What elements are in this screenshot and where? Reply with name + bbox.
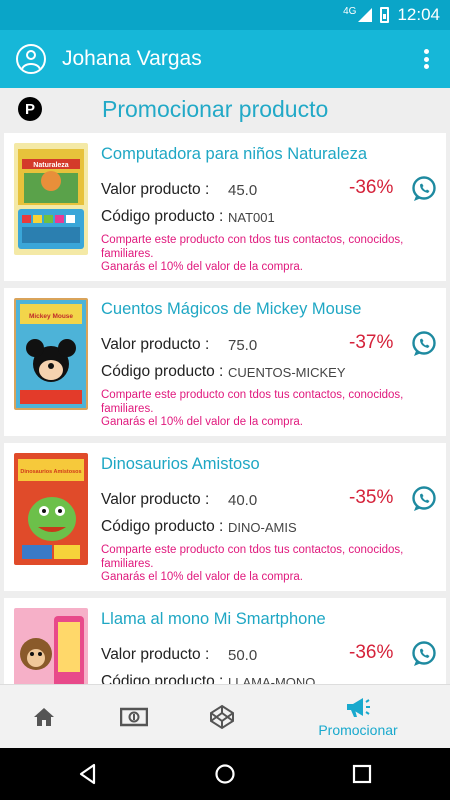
codepen-icon [210, 704, 234, 730]
network-type: 4G [343, 5, 357, 17]
price-value: 75.0 [228, 337, 258, 354]
recents-icon[interactable] [350, 762, 374, 786]
battery-icon [380, 7, 390, 23]
price-value: 40.0 [228, 492, 258, 509]
whatsapp-icon[interactable] [410, 640, 438, 668]
system-nav-bar [0, 748, 450, 800]
share-text: Comparte este producto con tdos tus cont… [101, 544, 404, 570]
product-card[interactable]: Llama al mono Mi Smartphone Valor produc… [4, 598, 446, 684]
discount-badge: -35% [349, 487, 394, 508]
code-label: Código producto : [101, 673, 224, 684]
cover-title: Mickey Mouse [29, 313, 73, 320]
share-message: Comparte este producto con tdos tus cont… [101, 234, 431, 275]
money-icon [120, 707, 148, 727]
nav-label: Promocionar [318, 722, 398, 738]
code-label: Código producto : [101, 363, 224, 380]
price-value: 50.0 [228, 647, 258, 664]
product-image: Dinosaurios Amistosos [14, 453, 88, 565]
cover-title: Naturaleza [33, 162, 69, 169]
whatsapp-icon[interactable] [410, 175, 438, 203]
code-label: Código producto : [101, 208, 224, 225]
price-value: 45.0 [228, 182, 258, 199]
status-bar: 4G 12:04 [0, 0, 450, 30]
parking-badge-icon: P [18, 97, 42, 121]
discount-badge: -36% [349, 642, 394, 663]
code-value: NAT001 [228, 210, 275, 225]
share-message: Comparte este producto con tdos tus cont… [101, 544, 431, 585]
earn-text: Ganarás el 10% del valor de la compra. [101, 261, 303, 273]
account-circle-icon[interactable] [16, 44, 46, 74]
product-image: Naturaleza [14, 143, 88, 255]
user-name-title: Johana Vargas [62, 47, 202, 70]
home-icon [34, 708, 54, 726]
nav-home[interactable] [24, 685, 64, 749]
product-card[interactable]: Naturaleza Computadora para niños Natura… [4, 133, 446, 281]
clock: 12:04 [397, 5, 440, 24]
signal-icon [358, 8, 373, 22]
page-title: Promocionar producto [102, 95, 329, 122]
back-icon[interactable] [76, 762, 100, 786]
price-label: Valor producto : [101, 646, 210, 663]
code-value: LLAMA-MONO [228, 675, 316, 684]
nav-money[interactable] [114, 685, 154, 749]
whatsapp-icon[interactable] [410, 485, 438, 513]
nav-codepen[interactable] [200, 685, 244, 749]
price-label: Valor producto : [101, 181, 210, 198]
code-value: CUENTOS-MICKEY [228, 365, 346, 380]
price-label: Valor producto : [101, 491, 210, 508]
megaphone-icon [347, 698, 370, 717]
share-message: Comparte este producto con tdos tus cont… [101, 389, 431, 430]
home-circle-icon[interactable] [213, 762, 237, 786]
product-name[interactable]: Dinosaurios Amistoso [101, 455, 260, 474]
product-name[interactable]: Cuentos Mágicos de Mickey Mouse [101, 300, 361, 319]
product-name[interactable]: Llama al mono Mi Smartphone [101, 610, 326, 629]
discount-badge: -36% [349, 177, 394, 198]
product-name[interactable]: Computadora para niños Naturaleza [101, 145, 367, 164]
app-bar: Johana Vargas [0, 30, 450, 88]
price-label: Valor producto : [101, 336, 210, 353]
earn-text: Ganarás el 10% del valor de la compra. [101, 571, 303, 583]
product-list[interactable]: Naturaleza Computadora para niños Natura… [0, 131, 450, 684]
product-image: Mickey Mouse [14, 298, 88, 410]
section-header: P Promocionar producto [0, 88, 450, 130]
product-card[interactable]: Mickey Mouse Cuentos Mágicos de Mickey M… [4, 288, 446, 436]
cover-title: Dinosaurios Amistosos [20, 469, 81, 475]
product-image [14, 608, 88, 684]
bottom-navigation: Promocionar [0, 684, 450, 748]
whatsapp-icon[interactable] [410, 330, 438, 358]
share-text: Comparte este producto con tdos tus cont… [101, 389, 404, 415]
code-value: DINO-AMIS [228, 520, 297, 535]
earn-text: Ganarás el 10% del valor de la compra. [101, 416, 303, 428]
code-label: Código producto : [101, 518, 224, 535]
nav-promocionar[interactable]: Promocionar [310, 685, 406, 749]
more-vert-icon[interactable] [416, 47, 436, 71]
share-text: Comparte este producto con tdos tus cont… [101, 234, 404, 260]
product-card[interactable]: Dinosaurios Amistosos Dinosaurios Amisto… [4, 443, 446, 591]
discount-badge: -37% [349, 332, 394, 353]
